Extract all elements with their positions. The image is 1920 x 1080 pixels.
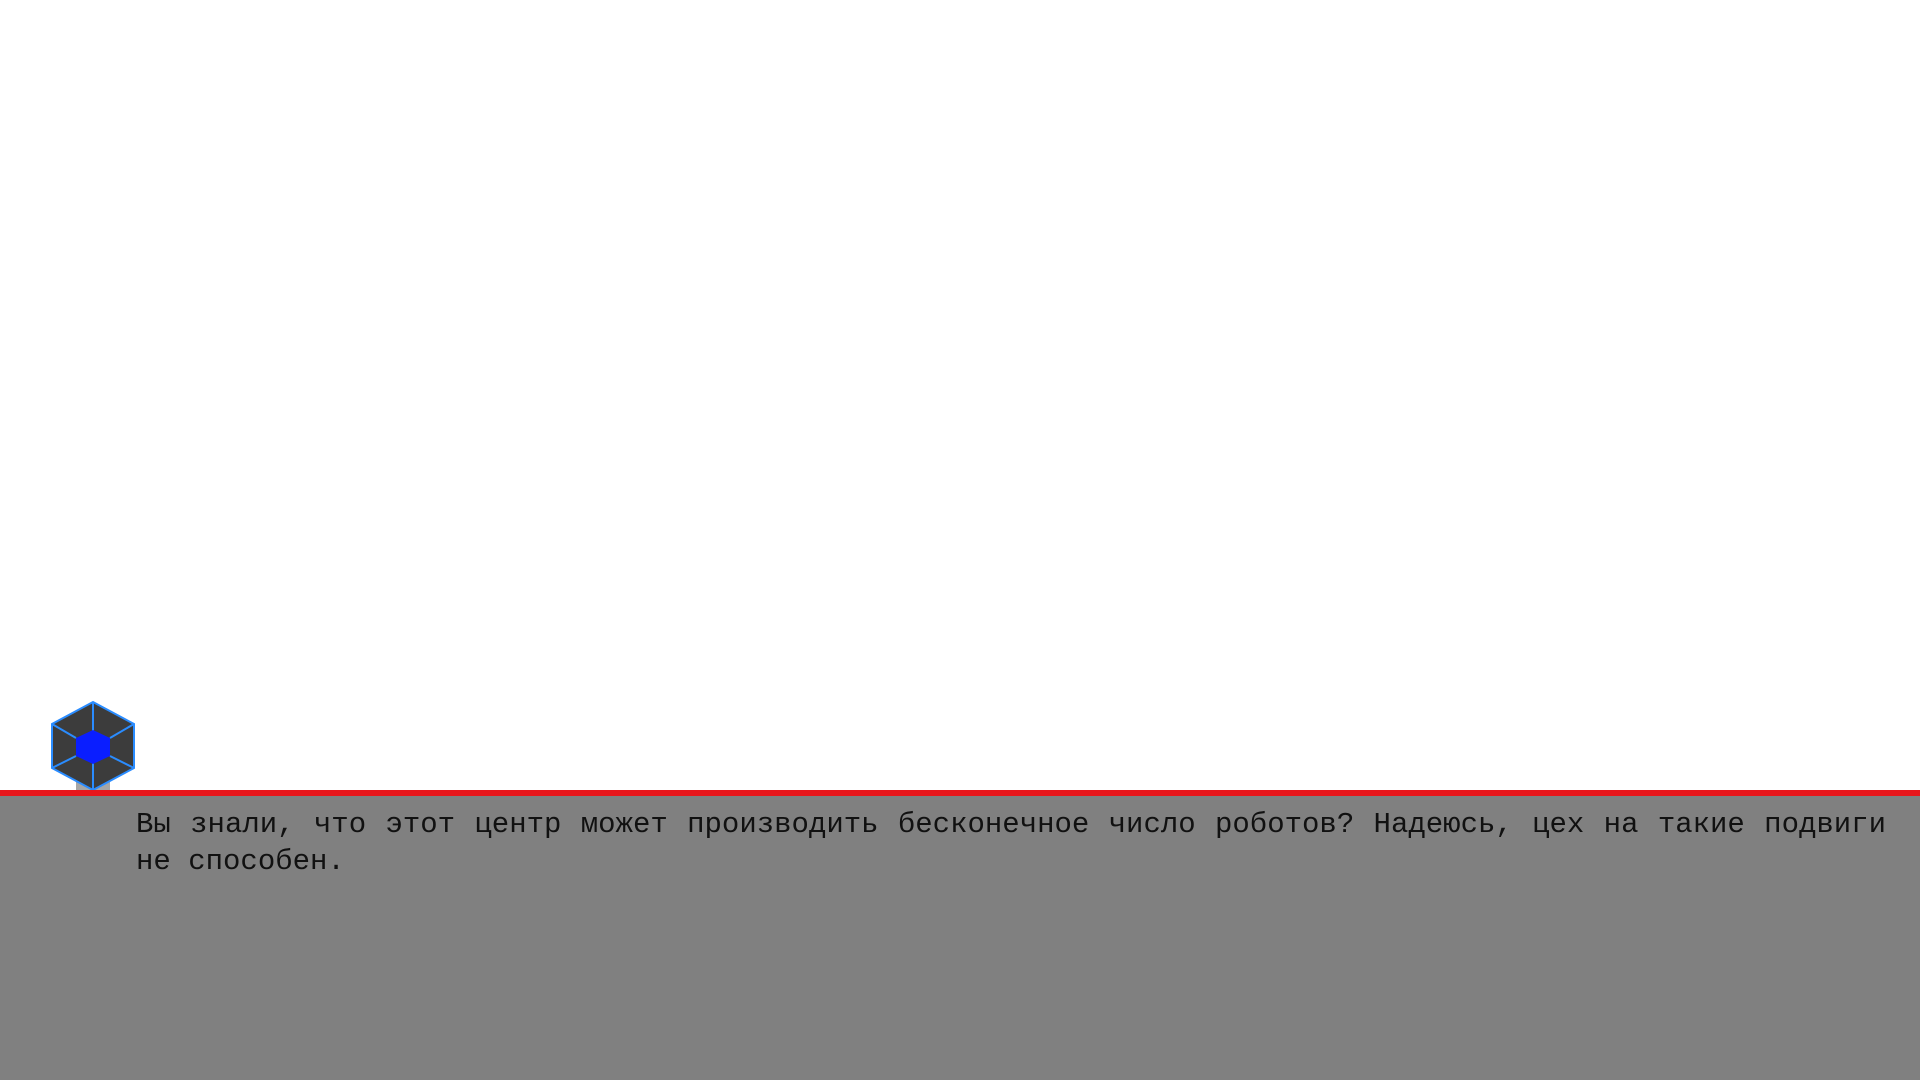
robot-center-hexagon-icon: [51, 700, 135, 792]
speaker-portrait: [48, 700, 138, 794]
game-scene: [0, 0, 1920, 792]
dialog-text: Вы знали, что этот центр может производи…: [136, 808, 1886, 878]
